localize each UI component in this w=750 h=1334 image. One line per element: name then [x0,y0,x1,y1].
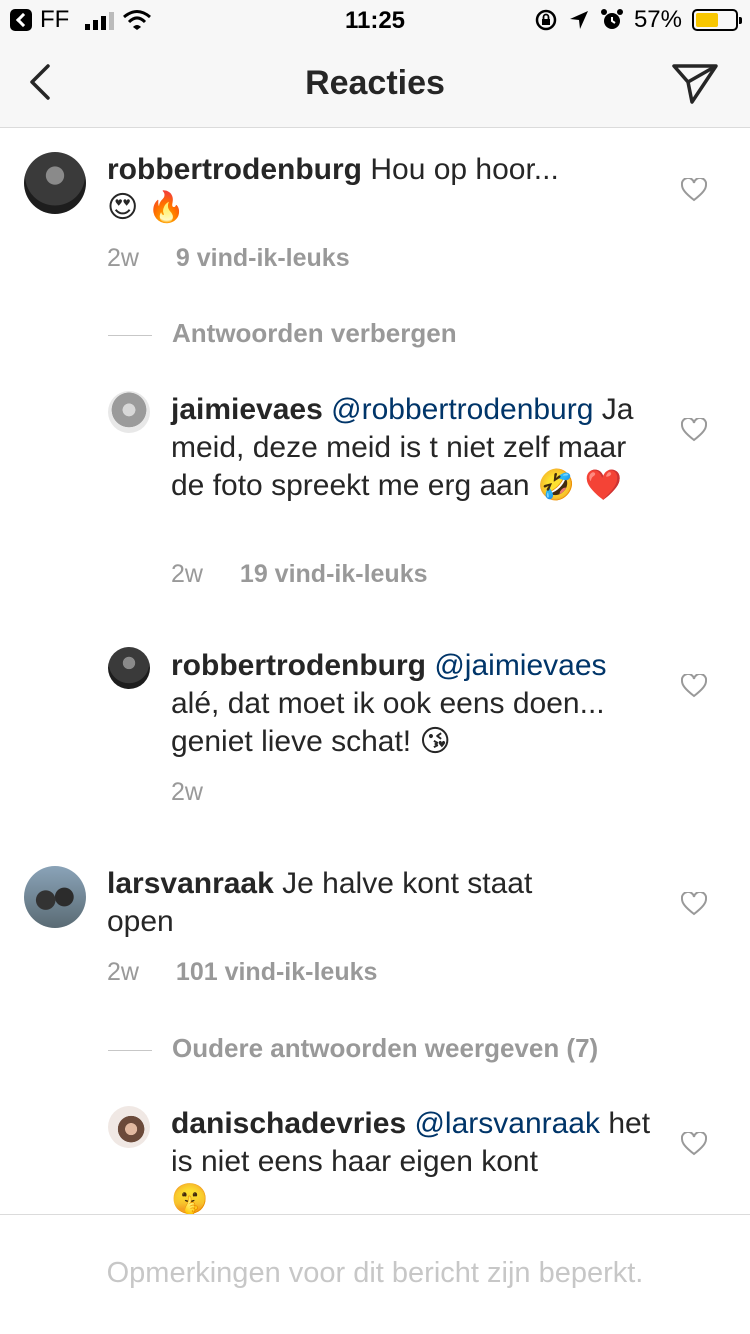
username[interactable]: larsvanraak [107,867,274,900]
heart-icon[interactable] [681,178,707,202]
location-icon [569,11,588,29]
comment-meta: 2w 101 vind-ik-leuks [107,958,377,987]
page-title: Reacties [305,64,445,102]
comment-time: 2w [171,560,203,588]
username[interactable]: robbertrodenburg [171,649,426,682]
comment-time: 2w [107,958,139,986]
like-count[interactable]: 101 vind-ik-leuks [176,958,377,986]
comment-time: 2w [171,778,203,806]
heart-icon[interactable] [681,892,707,916]
heart-icon[interactable] [681,1132,707,1156]
mention-link[interactable]: @jaimievaes [434,649,606,682]
alarm-icon [600,9,623,29]
heart-icon[interactable] [681,418,707,442]
comment-body: robbertrodenburg Hou op hoor... 😍 🔥 [107,151,647,227]
show-older-label: Oudere antwoorden weergeven (7) [172,1033,599,1063]
paper-plane-icon[interactable] [670,60,720,106]
battery-level [696,13,718,27]
username[interactable]: jaimievaes [171,393,323,426]
comment-text: alé, dat moet ik ook eens doen... geniet… [171,687,605,758]
navigation-bar: Reacties [0,40,750,128]
comment-text: Hou op hoor... [370,153,559,186]
username[interactable]: danischadevries [171,1107,406,1140]
comment-body: jaimievaes @robbertrodenburg Ja meid, de… [171,391,641,505]
restricted-message: Opmerkingen voor dit bericht zijn beperk… [106,1257,644,1289]
mention-link[interactable]: @larsvanraak [414,1107,600,1140]
hide-replies-button[interactable]: Antwoorden verbergen [108,318,457,349]
username[interactable]: robbertrodenburg [107,153,362,186]
battery-percent: 57% [633,6,682,33]
comments-list[interactable]: robbertrodenburg Hou op hoor... 😍 🔥 2w 9… [0,128,750,1214]
comments-restricted-footer: Opmerkingen voor dit bericht zijn beperk… [0,1214,750,1334]
comment-body: larsvanraak Je halve kont staat open [107,865,607,941]
avatar[interactable] [108,391,150,433]
comment-body: danischadevries @larsvanraak het is niet… [171,1105,651,1214]
avatar[interactable] [108,647,150,689]
status-right: 57% [534,6,742,34]
comment-meta: 2w [171,778,233,807]
comment-emoji: 🤣 ❤️ [537,468,623,503]
comment-body: robbertrodenburg @jaimievaes alé, dat mo… [171,647,641,761]
comment-emoji: 😍 🔥 [107,190,186,225]
status-bar: FF 11:25 57% [0,0,750,40]
divider-line [108,1049,152,1051]
show-older-replies-button[interactable]: Oudere antwoorden weergeven (7) [108,1033,598,1064]
comment-emoji: 🤫 [171,1182,209,1214]
like-count[interactable]: 9 vind-ik-leuks [176,244,350,272]
avatar[interactable] [108,1106,150,1148]
rotation-lock-icon [535,9,557,31]
comment-meta: 2w 19 vind-ik-leuks [171,560,428,589]
heart-icon[interactable] [681,674,707,698]
comment-meta: 2w 9 vind-ik-leuks [107,244,350,273]
avatar[interactable] [24,152,86,214]
divider-line [108,334,152,336]
avatar[interactable] [24,866,86,928]
mention-link[interactable]: @robbertrodenburg [331,393,593,426]
like-count[interactable]: 19 vind-ik-leuks [240,560,428,588]
comment-time: 2w [107,244,139,272]
hide-replies-label: Antwoorden verbergen [172,318,457,348]
comment-emoji: 😘 [419,724,451,759]
battery-icon [692,9,742,31]
